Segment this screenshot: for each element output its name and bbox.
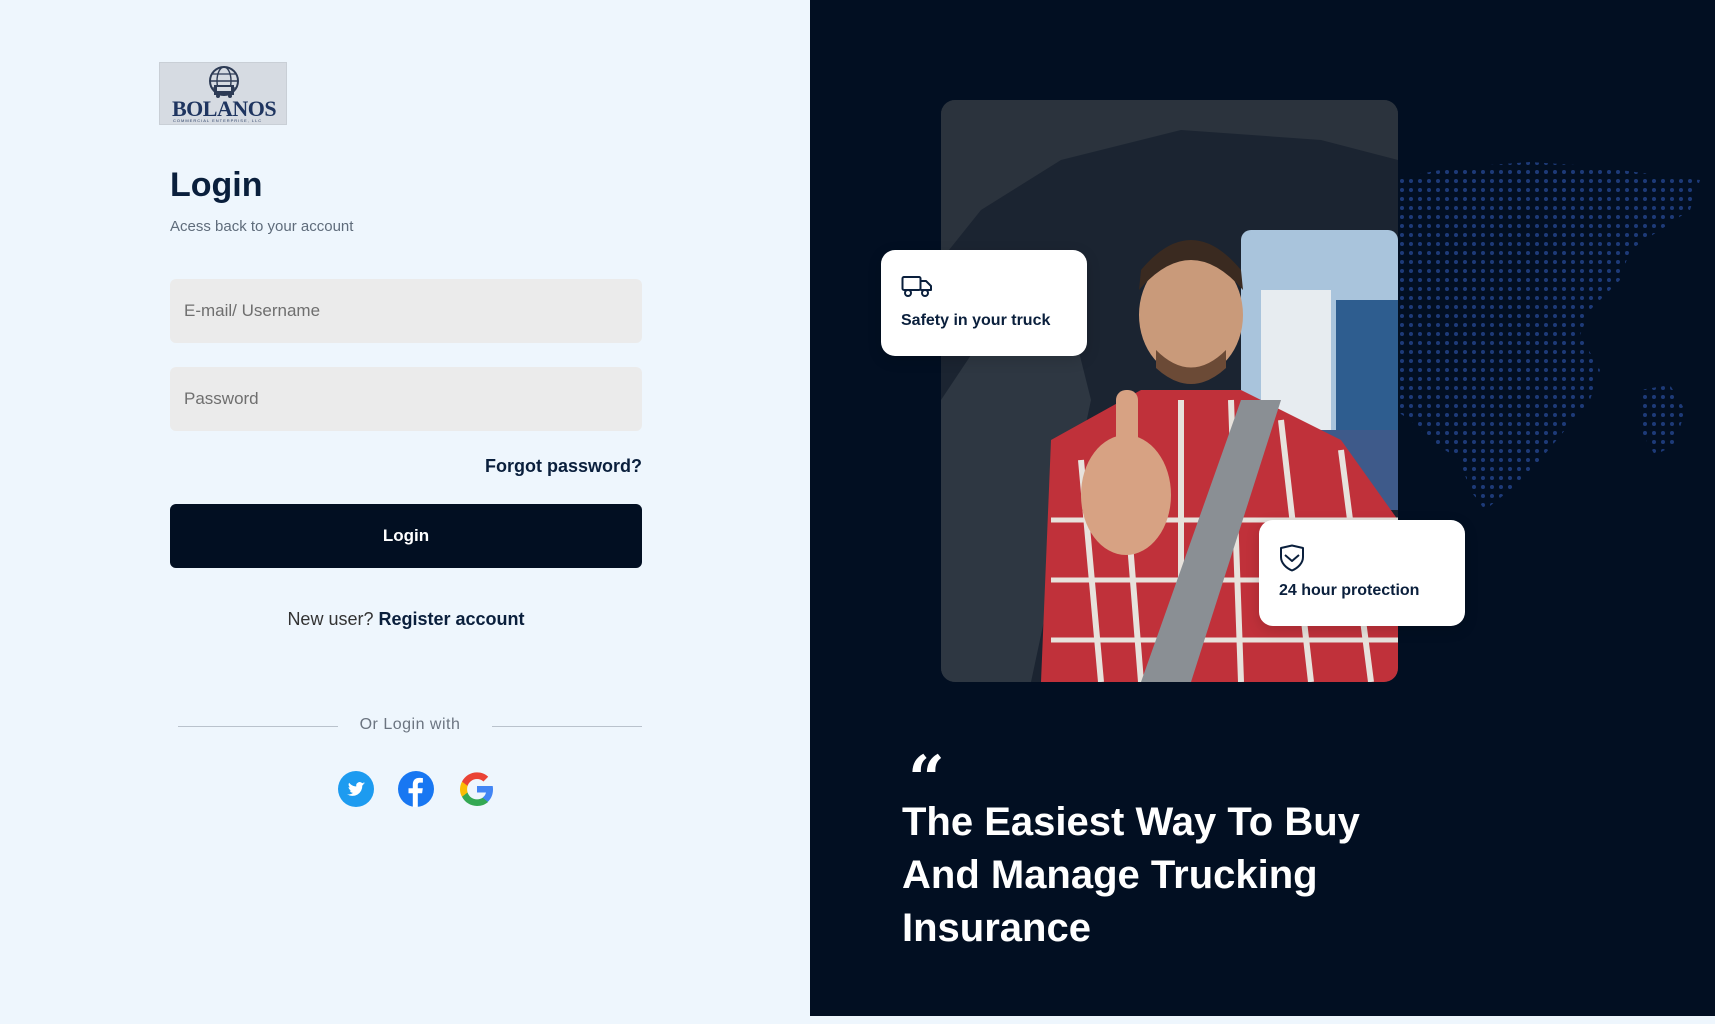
facebook-login-button[interactable]: [398, 771, 434, 807]
email-input[interactable]: [184, 301, 628, 321]
register-row: New user? Register account: [170, 609, 642, 630]
google-login-button[interactable]: [459, 771, 495, 807]
google-icon: [460, 772, 493, 806]
forgot-password-link[interactable]: Forgot password?: [485, 456, 642, 477]
divider-text: Or Login with: [359, 716, 461, 733]
bottom-strip: [0, 1016, 1715, 1024]
twitter-icon: [338, 771, 374, 807]
email-field[interactable]: [170, 279, 642, 343]
login-button[interactable]: Login: [170, 504, 642, 568]
password-input[interactable]: [184, 389, 628, 409]
shield-icon: [1280, 544, 1304, 572]
new-user-text: New user?: [287, 609, 374, 629]
register-account-link[interactable]: Register account: [379, 609, 525, 629]
twitter-login-button[interactable]: [338, 771, 374, 807]
company-logo[interactable]: BOLANOS COMMERCIAL ENTERPRISE, LLC: [159, 62, 287, 125]
page-subtitle: Acess back to your account: [170, 218, 354, 235]
login-panel: BOLANOS COMMERCIAL ENTERPRISE, LLC Login…: [0, 0, 810, 1024]
logo-subtext: COMMERCIAL ENTERPRISE, LLC: [173, 118, 263, 123]
truck-icon: [901, 276, 932, 297]
password-field[interactable]: [170, 367, 642, 431]
hero-headline: The Easiest Way To Buy And Manage Trucki…: [902, 800, 1360, 950]
globe-truck-icon: [209, 66, 239, 98]
facebook-icon: [398, 771, 434, 807]
protection-card: 24 hour protection: [1259, 520, 1465, 626]
page-title: Login: [170, 166, 263, 204]
safety-card: Safety in your truck: [881, 250, 1087, 356]
protection-card-label: 24 hour protection: [1279, 582, 1420, 599]
divider-line-right: [492, 726, 642, 727]
safety-card-label: Safety in your truck: [901, 312, 1051, 329]
world-map-dots: [1390, 162, 1700, 510]
social-divider: Or Login with: [178, 716, 642, 736]
